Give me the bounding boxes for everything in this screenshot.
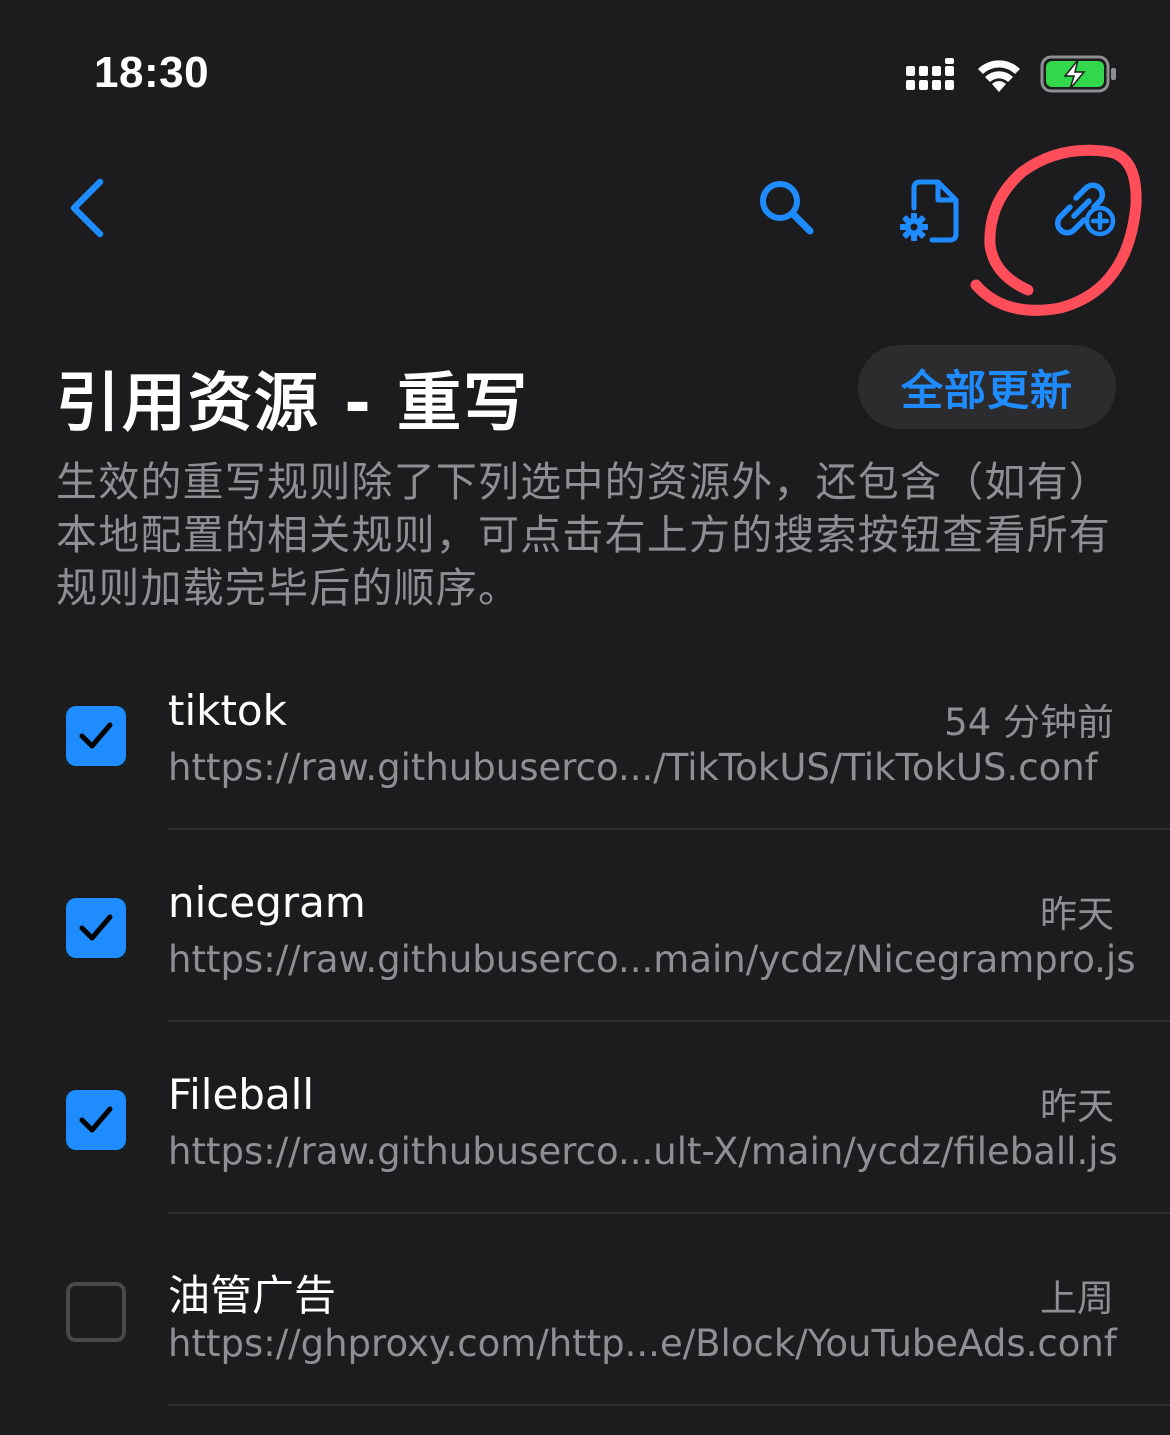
update-all-button[interactable]: 全部更新 xyxy=(858,345,1116,429)
wifi-icon xyxy=(978,60,1020,92)
status-time: 18:30 xyxy=(94,48,210,97)
file-gear-icon xyxy=(900,179,959,243)
page-title: 引用资源 - 重写 xyxy=(56,367,530,441)
add-link-button[interactable] xyxy=(1048,176,1120,242)
checkmark-icon xyxy=(79,722,113,749)
chevron-left-icon xyxy=(70,178,104,238)
list-item[interactable]: tiktok 54 分钟前 https://raw.githubuserco..… xyxy=(0,640,1170,832)
divider xyxy=(168,1404,1170,1406)
resource-updated-time: 昨天 xyxy=(1040,1085,1114,1128)
search-button[interactable] xyxy=(757,178,815,236)
link-plus-icon xyxy=(1054,182,1116,237)
checkmark-icon xyxy=(79,914,113,941)
resource-url: https://ghproxy.com/http...e/Block/YouTu… xyxy=(168,1322,1117,1365)
resource-name: 油管广告 xyxy=(168,1271,337,1320)
resource-url: https://raw.githubuserco...main/ycdz/Nic… xyxy=(168,938,1136,981)
checkbox[interactable] xyxy=(66,706,126,766)
checkbox[interactable] xyxy=(66,1282,126,1342)
config-file-button[interactable] xyxy=(898,178,964,244)
resource-url: https://raw.githubuserco.../TikTokUS/Tik… xyxy=(168,746,1098,789)
resource-updated-time: 54 分钟前 xyxy=(944,701,1114,744)
checkmark-icon xyxy=(79,1106,113,1133)
resource-name: tiktok xyxy=(168,686,287,735)
list-item[interactable]: Fileball 昨天 https://raw.githubuserco...u… xyxy=(0,1024,1170,1216)
resource-updated-time: 上周 xyxy=(1040,1277,1114,1320)
checkbox[interactable] xyxy=(66,1090,126,1150)
divider xyxy=(168,1212,1170,1214)
checkbox[interactable] xyxy=(66,898,126,958)
cellular-signal-icon xyxy=(906,58,954,90)
divider xyxy=(168,1020,1170,1022)
resource-url: https://raw.githubuserco...ult-X/main/yc… xyxy=(168,1130,1118,1173)
list-item[interactable]: nicegram 昨天 https://raw.githubuserco...m… xyxy=(0,832,1170,1024)
battery-charging-icon xyxy=(1040,55,1116,93)
list-item[interactable]: 油管广告 上周 https://ghproxy.com/http...e/Blo… xyxy=(0,1216,1170,1408)
resource-name: Fileball xyxy=(168,1070,315,1119)
back-button[interactable] xyxy=(64,176,112,240)
resource-updated-time: 昨天 xyxy=(1040,893,1114,936)
page-description: 生效的重写规则除了下列选中的资源外，还包含（如有）本地配置的相关规则，可点击右上… xyxy=(56,458,1111,612)
divider xyxy=(168,828,1170,830)
resource-name: nicegram xyxy=(168,878,366,927)
search-icon xyxy=(760,181,814,235)
